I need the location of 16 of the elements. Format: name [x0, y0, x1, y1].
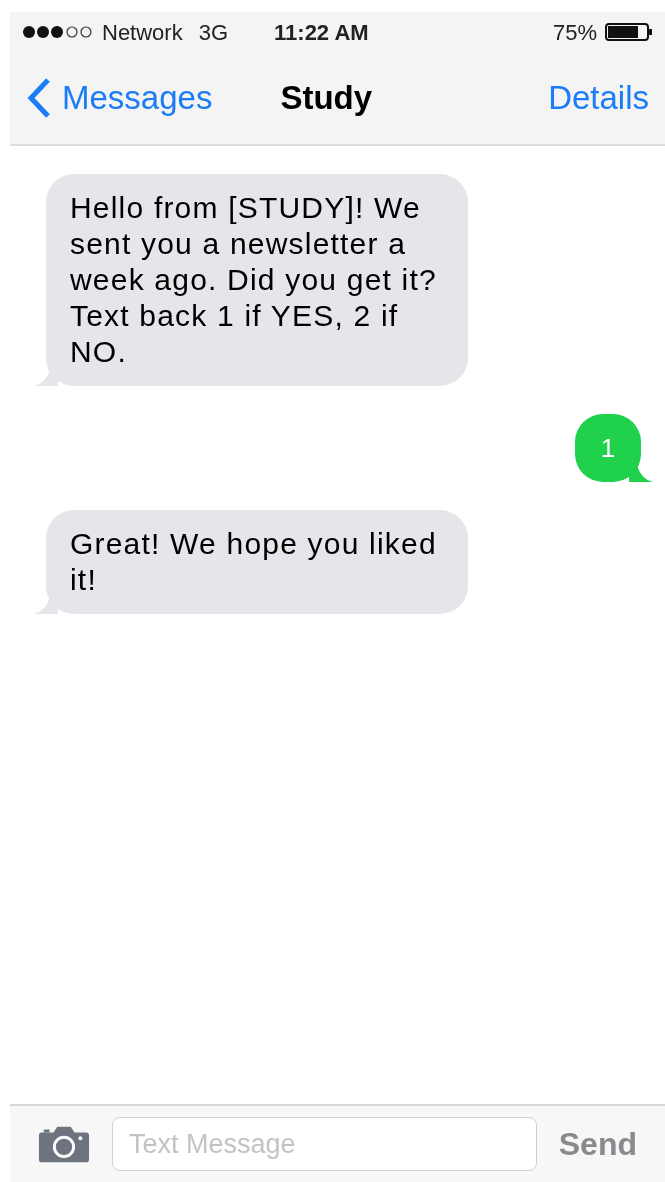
message-input-field[interactable]: Text Message [112, 1117, 537, 1171]
back-button[interactable]: Messages [26, 73, 213, 123]
bubble-tail [34, 368, 58, 386]
signal-strength-icon [22, 25, 94, 39]
battery-icon [605, 23, 653, 41]
details-link[interactable]: Details [548, 73, 649, 123]
battery-percent: 75% [552, 18, 597, 47]
bubble-tail [34, 596, 58, 614]
status-time: 11:22 AM [274, 18, 369, 47]
chevron-left-icon [26, 77, 52, 119]
network-type: 3G [198, 18, 229, 47]
bubble-tail [629, 464, 653, 482]
carrier-name: Network [102, 18, 183, 47]
camera-icon[interactable] [38, 1124, 90, 1164]
send-button[interactable]: Send [558, 1120, 637, 1168]
conversation-title: Study [280, 78, 373, 119]
